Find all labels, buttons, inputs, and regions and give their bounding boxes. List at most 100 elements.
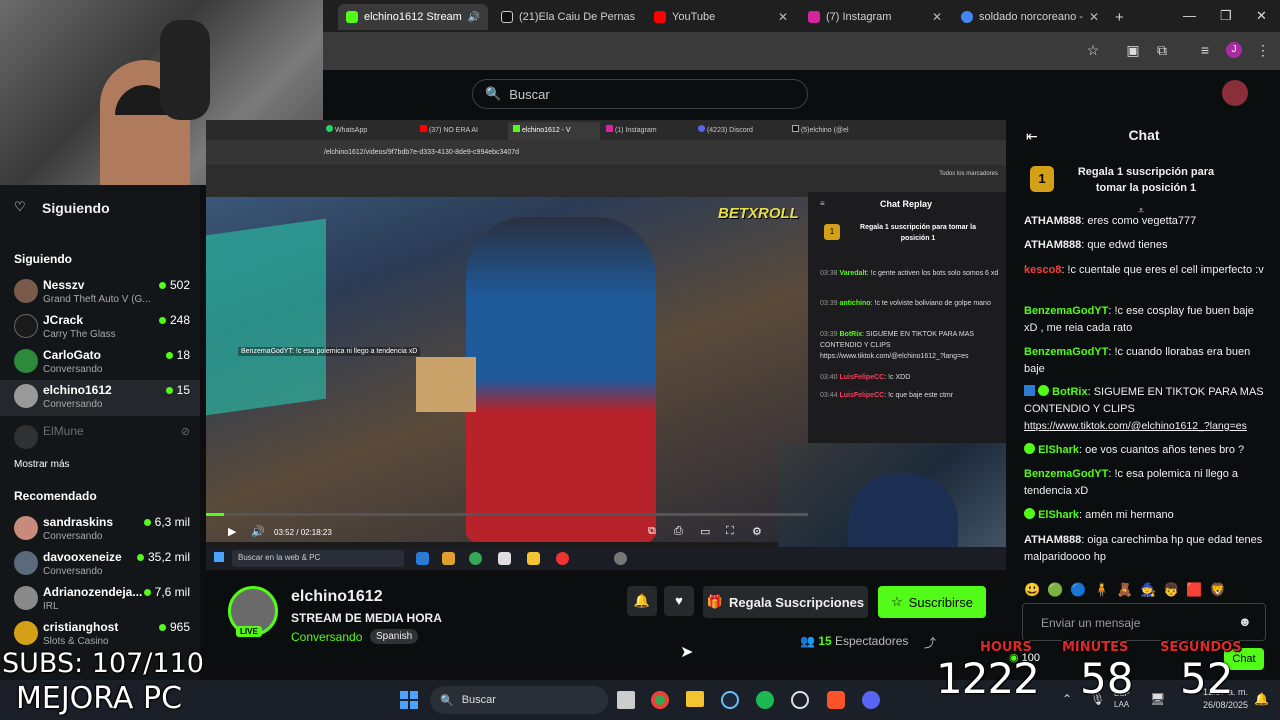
sidebar-item-sandraskins[interactable]: sandraskins Conversando 6,3 mil	[0, 512, 200, 548]
new-tab-button[interactable]: +	[1107, 4, 1127, 30]
pip-icon[interactable]: ⧉	[648, 525, 656, 538]
tab-kick[interactable]: elchino1612 Stream 🔊 ✕	[338, 4, 488, 30]
hours-label: HOURS	[980, 640, 1032, 655]
minimize-icon[interactable]: —	[1183, 8, 1196, 23]
chat-message: BenzemaGodYT: !c esa polemica ni llego a…	[1024, 468, 1238, 497]
taskbar-search[interactable]: 🔍 Buscar	[430, 686, 608, 714]
video-player[interactable]: WhatsApp (37) NO ERA AI elchino1612 - V …	[206, 120, 1006, 570]
chat-input[interactable]: Enviar un mensaje	[1022, 603, 1266, 641]
search-placeholder: Buscar	[509, 86, 550, 102]
channel-name[interactable]: elchino1612	[291, 588, 383, 606]
tab-youtube[interactable]: YouTube ✕	[646, 4, 796, 30]
tiktok-icon	[792, 125, 799, 132]
sidebar-item-davooxeneize[interactable]: davooxeneize Conversando 35,2 mil	[0, 547, 200, 583]
emote-icon[interactable]: 😃	[1024, 582, 1040, 602]
emote-icon[interactable]: 🧙	[1140, 582, 1156, 602]
close-icon[interactable]: ✕	[932, 10, 942, 24]
profile-avatar[interactable]: J	[1226, 42, 1242, 58]
replay-promo: Regala 1 suscripción para tomar la posic…	[860, 224, 976, 242]
folder-icon[interactable]	[686, 691, 704, 707]
media-icon[interactable]: ≡	[1197, 42, 1213, 58]
chrome-icon[interactable]	[651, 691, 669, 709]
brave-icon[interactable]	[827, 691, 845, 709]
viewer-count: 248	[158, 313, 190, 327]
live-dot	[158, 316, 166, 324]
close-icon[interactable]: ✕	[1089, 10, 1099, 24]
hours-value: 1222	[936, 654, 1040, 703]
close-icon[interactable]: ✕	[486, 10, 488, 24]
obs-icon[interactable]	[791, 691, 809, 709]
close-icon[interactable]: ✕	[641, 10, 643, 24]
discord-icon[interactable]	[862, 691, 880, 709]
emoji-icon[interactable]: ☻	[1238, 614, 1252, 629]
share-icon[interactable]: ⤴	[924, 634, 936, 651]
volume-icon[interactable]: 🔊	[251, 525, 265, 538]
emote-icon[interactable]: 🔵	[1070, 582, 1086, 602]
stream-category[interactable]: Conversando	[291, 630, 362, 644]
tab-label: (7) Instagram	[826, 11, 892, 23]
person-figure	[466, 217, 656, 542]
tiktok-link[interactable]: https://www.tiktok.com/@elchino1612_?lan…	[1024, 420, 1247, 432]
channel-name: CarloGato	[43, 348, 102, 362]
close-icon[interactable]: ✕	[778, 10, 788, 24]
language-tag[interactable]: Spanish	[370, 629, 419, 644]
sidebar-item-jcrack[interactable]: JCrack Carry The Glass 248	[0, 310, 200, 346]
viewer-count: 35,2 mil	[136, 550, 190, 564]
sidebar-item-carlogato[interactable]: CarloGato Conversando 18	[0, 345, 200, 381]
search-icon: 🔍	[440, 694, 454, 707]
follow-button[interactable]: ♥	[664, 586, 694, 616]
menu-icon[interactable]: ⋮	[1255, 42, 1271, 58]
notification-icon[interactable]: 🔔	[1254, 692, 1269, 706]
bookmarks-label: Todos los marcadores	[939, 171, 998, 177]
gift-subs-button[interactable]: 🎁 Regala Suscripciones	[703, 586, 868, 618]
sidebar-item-nesszv[interactable]: Nesszv Grand Theft Auto V (G... 502	[0, 275, 200, 311]
notification-bell-button[interactable]: 🔔	[627, 586, 657, 616]
network-icon[interactable]: 🖥	[1150, 692, 1165, 706]
mejora-pc-overlay: MEJORA PC	[16, 681, 183, 716]
emote-icon[interactable]: 🟢	[1047, 582, 1063, 602]
spotify-icon[interactable]	[756, 691, 774, 709]
star-icon[interactable]: ☆	[1085, 42, 1101, 58]
chevron-up-icon[interactable]: ⌃	[1062, 692, 1072, 706]
sidebar-item-adrianozendejas[interactable]: Adrianozendeja... IRL 7,6 mil	[0, 582, 200, 618]
channel-name: Nesszv	[43, 278, 85, 292]
tab-google[interactable]: soldado norcoreano - ✕	[953, 4, 1103, 30]
cast-icon[interactable]: ▣	[1125, 42, 1141, 58]
channel-category: Conversando	[43, 364, 103, 375]
recommended-heading: Recomendado	[14, 489, 97, 503]
sidebar-item-elmune[interactable]: ElMune ⊘	[0, 421, 200, 457]
close-window-icon[interactable]: ✕	[1256, 8, 1267, 24]
gift-icon: 🎁	[706, 594, 724, 609]
user-avatar[interactable]	[1222, 80, 1248, 106]
search-input[interactable]: 🔍 Buscar	[472, 79, 808, 109]
chat-promo[interactable]: Regala 1 suscripción para tomar la posic…	[1066, 164, 1226, 196]
emote-icon[interactable]: 🧍	[1094, 582, 1110, 602]
live-dot	[136, 553, 144, 561]
play-icon[interactable]: ▶	[228, 525, 236, 538]
tab-instagram[interactable]: (7) Instagram ✕	[800, 4, 950, 30]
maximize-icon[interactable]: ❐	[1220, 8, 1232, 24]
tab-tiktok[interactable]: (21)Ela Caiu De Pernas ✕	[493, 4, 643, 30]
channel-category: Conversando	[43, 566, 103, 577]
extensions-icon[interactable]: ⧉	[1154, 42, 1170, 58]
task-view-icon[interactable]	[617, 691, 635, 709]
chat-replay-title: Chat Replay	[880, 199, 933, 209]
settings-icon[interactable]: ⚙	[752, 525, 762, 538]
show-more-link[interactable]: Mostrar más	[14, 459, 70, 470]
emote-icon[interactable]: 👦	[1163, 582, 1179, 602]
steam-icon[interactable]	[721, 691, 739, 709]
fullscreen-icon[interactable]: ⛶	[726, 525, 734, 538]
theater-icon[interactable]: ▭	[700, 525, 710, 538]
progress-track[interactable]	[206, 513, 808, 516]
clip-icon[interactable]: ⎙	[674, 525, 683, 538]
emote-icon[interactable]: 🟥	[1186, 582, 1202, 602]
start-icon[interactable]	[400, 691, 418, 709]
channel-name: Adrianozendeja...	[43, 585, 143, 599]
live-dot	[143, 588, 151, 596]
sidebar-item-elchino1612[interactable]: elchino1612 Conversando 15	[0, 380, 200, 416]
subscribe-button[interactable]: ☆ Suscribirse	[878, 586, 986, 618]
emote-icon[interactable]: 🦁	[1210, 582, 1226, 602]
chat-replay-panel: ≡ Chat Replay 1 Regala 1 suscripción par…	[808, 192, 1006, 442]
viewer-count: 18	[165, 348, 190, 362]
emote-icon[interactable]: 🧸	[1117, 582, 1133, 602]
